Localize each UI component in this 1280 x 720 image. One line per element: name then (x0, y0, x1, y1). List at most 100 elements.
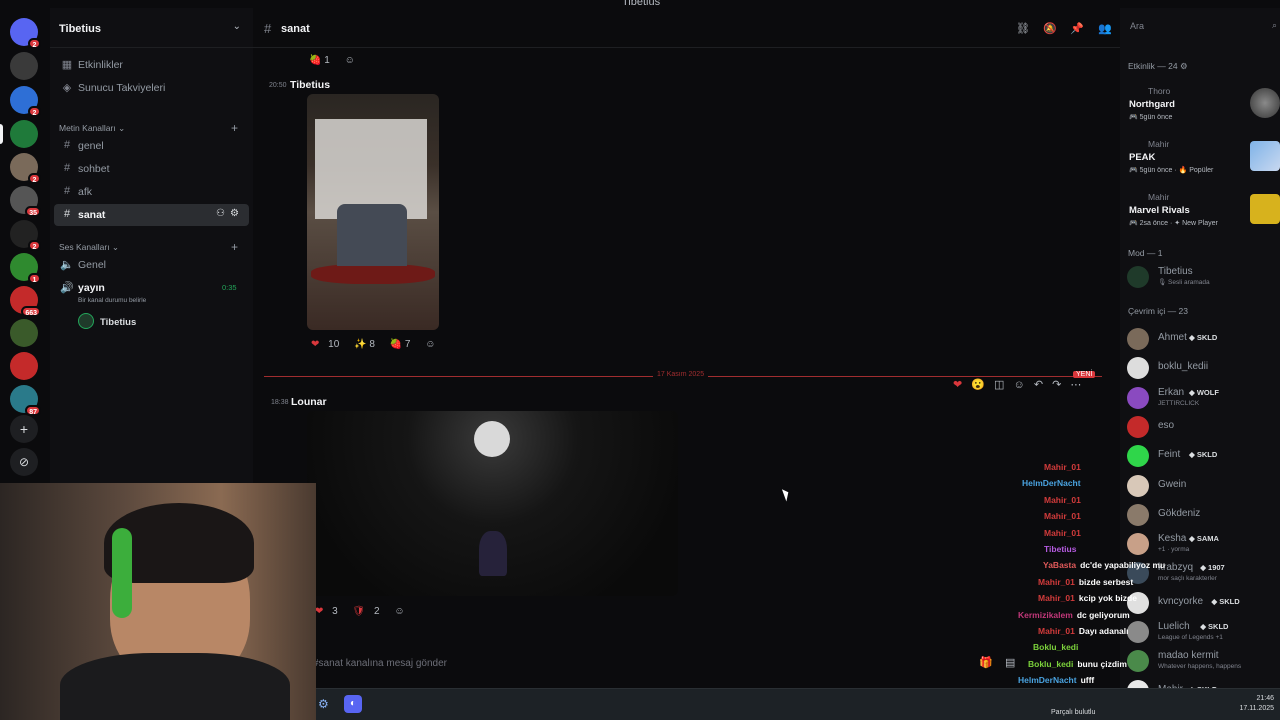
voice-user[interactable]: Tibetius (78, 313, 238, 331)
voice-category-label: Ses Kanalları (59, 242, 110, 252)
member-row[interactable]: boklu_kedii (1127, 354, 1280, 380)
search-input[interactable]: Ara ⌕ (1130, 20, 1280, 39)
server-badge: 2 (28, 106, 41, 117)
forward-icon[interactable]: ↷ (1052, 379, 1061, 391)
reaction-sparkles[interactable]: ✨ 8 (354, 339, 381, 350)
stream-chat-line: Mahir_01 (1044, 528, 1085, 538)
notification-bell-icon[interactable]: 🔕 (1043, 22, 1057, 35)
voice-channel-label: Genel (78, 259, 107, 271)
add-channel-icon[interactable]: + (231, 240, 238, 254)
member-row[interactable]: Tibetius 🎙 Sesli aramada (1127, 263, 1280, 289)
voice-channel-genel[interactable]: 🔈 Genel (54, 254, 249, 276)
server-icon[interactable] (10, 319, 38, 347)
server-icon[interactable]: 2 (10, 153, 41, 184)
stream-chat-user: HelmDerNacht (1022, 478, 1081, 489)
channel-title: sanat (281, 23, 310, 35)
server-icon[interactable]: 2 (10, 18, 41, 49)
quick-react-custom[interactable]: ◫ (994, 379, 1004, 391)
channel-sanat[interactable]: # sanat ⚇ ⚙ (54, 204, 249, 226)
message-input[interactable]: #sanat kanalına mesaj gönder 🎁 ▤ (303, 652, 1103, 674)
avatar (1127, 266, 1149, 288)
voice-status-text[interactable]: Bir kanal durumu belirle (78, 297, 146, 304)
server-icon[interactable]: 1 (10, 253, 41, 284)
message-time: 20:50 (269, 82, 287, 89)
member-row[interactable]: Ahmet ◆ SKLD (1127, 325, 1280, 351)
stream-chat-line: Mahir_01 (1044, 511, 1085, 521)
reaction-bar: 🍓 1 ☺ (309, 55, 361, 66)
server-icon[interactable]: 2 (10, 86, 41, 117)
server-icon[interactable]: 35 (10, 186, 41, 217)
activity-card[interactable]: Thoro Northgard 🎮 5gün önce (1128, 86, 1280, 134)
server-boosts-item[interactable]: ◈ Sunucu Takviyeleri (54, 77, 249, 99)
server-icon[interactable] (10, 352, 38, 380)
member-name: Ahmet (1158, 332, 1187, 343)
server-icon[interactable] (10, 52, 38, 80)
app-icon[interactable]: ⚙ (318, 697, 329, 711)
member-row[interactable]: Erkan ◆ WOLF JETTIRCLICK (1127, 384, 1280, 410)
activity-meta: 🎮 5gün önce · 🔥 Popüler (1129, 167, 1214, 174)
quick-react-face[interactable]: 😮 (971, 379, 985, 391)
activity-card[interactable]: Mahir Marvel Rivals 🎮 2sa önce · ✦ New P… (1128, 192, 1280, 240)
reaction-shield[interactable]: 🛡 2 (353, 606, 386, 617)
speaker-icon: 🔊 (60, 282, 74, 294)
channel-sohbet[interactable]: # sohbet (54, 158, 249, 180)
member-row[interactable]: eso (1127, 413, 1280, 439)
pin-icon[interactable]: 📌 (1070, 22, 1084, 35)
chevron-down-icon: ⌄ (232, 21, 241, 32)
voice-channel-yayin[interactable]: 🔊 yayın Bir kanal durumu belirle 0:35 (54, 277, 249, 307)
stream-chat-message: ufff (1080, 675, 1095, 686)
gear-icon[interactable]: ⚙ (230, 208, 239, 219)
attached-image[interactable] (307, 411, 678, 596)
events-item[interactable]: ▦ Etkinlikler (54, 54, 249, 76)
guild-header[interactable]: Tibetius ⌄ (50, 8, 253, 48)
window-title: Tibetius (622, 0, 661, 8)
member-name: Tibetius (1158, 266, 1193, 277)
discover-icon[interactable]: ⊘ (10, 448, 38, 476)
more-icon[interactable]: ⋯ (1070, 379, 1081, 391)
voice-channels-category[interactable]: Ses Kanalları ⌄ + (59, 240, 238, 254)
message-author[interactable]: Lounar (291, 396, 327, 408)
add-reaction-icon[interactable]: ☺ (394, 606, 404, 617)
add-reaction-icon[interactable]: ☺ (1014, 379, 1025, 391)
invite-icon[interactable]: ⚇ (216, 208, 225, 219)
gift-icon[interactable]: 🎁 (979, 656, 993, 669)
clock-date: 17.11.2025 (1239, 705, 1274, 712)
search-icon: ⌕ (1272, 20, 1278, 30)
stream-chat-line: Mahir_01 (1044, 462, 1085, 472)
text-channels-category[interactable]: Metin Kanalları ⌄ + (59, 121, 238, 135)
message-author[interactable]: Tibetius (290, 79, 330, 91)
channel-genel[interactable]: # genel (54, 135, 249, 157)
discord-taskbar-icon[interactable]: ◐ (344, 695, 362, 713)
threads-icon[interactable]: ⛓ (1016, 22, 1030, 35)
quick-react-heart[interactable]: ❤ (953, 379, 962, 391)
activity-card[interactable]: Mahir PEAK 🎮 5gün önce · 🔥 Popüler (1128, 139, 1280, 187)
reaction-strawberry[interactable]: 🍓 7 (390, 339, 417, 350)
server-badge: 87 (25, 405, 41, 416)
reaction-strawberry[interactable]: 🍓 1 (309, 55, 336, 66)
members-icon[interactable]: 👥 (1098, 22, 1112, 35)
stream-chat-line: Tibetius (1044, 544, 1080, 554)
server-icon[interactable]: 87 (10, 385, 41, 416)
add-server-button[interactable]: + (10, 415, 38, 443)
message-reactions: ❤ 10 ✨ 8 🍓 7 ☺ (311, 339, 441, 350)
reaction-heart[interactable]: ❤ 3 (315, 606, 344, 617)
attached-image[interactable] (307, 94, 439, 330)
message-reactions: ❤ 3 🛡 2 ☺ (315, 606, 411, 617)
stream-chat-message: bizde serbest (1078, 576, 1134, 587)
server-icon[interactable]: 2 (10, 220, 41, 251)
add-reaction-icon[interactable]: ☺ (425, 339, 435, 350)
reaction-heart[interactable]: ❤ 10 (311, 339, 345, 350)
server-icon[interactable] (10, 120, 38, 148)
activity-game: Marvel Rivals (1129, 205, 1190, 216)
stream-chat-line: Mahir_01 kcip yok bizde (1038, 593, 1137, 603)
add-reaction-icon[interactable]: ☺ (345, 55, 355, 66)
channel-afk[interactable]: # afk (54, 181, 249, 203)
game-art (1250, 141, 1280, 171)
events-label: Etkinlikler (78, 59, 123, 71)
reply-icon[interactable]: ↶ (1034, 379, 1043, 391)
server-badge: 2 (28, 38, 41, 49)
server-icon[interactable]: 663 (10, 286, 41, 317)
add-channel-icon[interactable]: + (231, 121, 238, 135)
search-placeholder: Ara (1130, 21, 1145, 31)
title-bar: Tibetius (0, 0, 1280, 8)
